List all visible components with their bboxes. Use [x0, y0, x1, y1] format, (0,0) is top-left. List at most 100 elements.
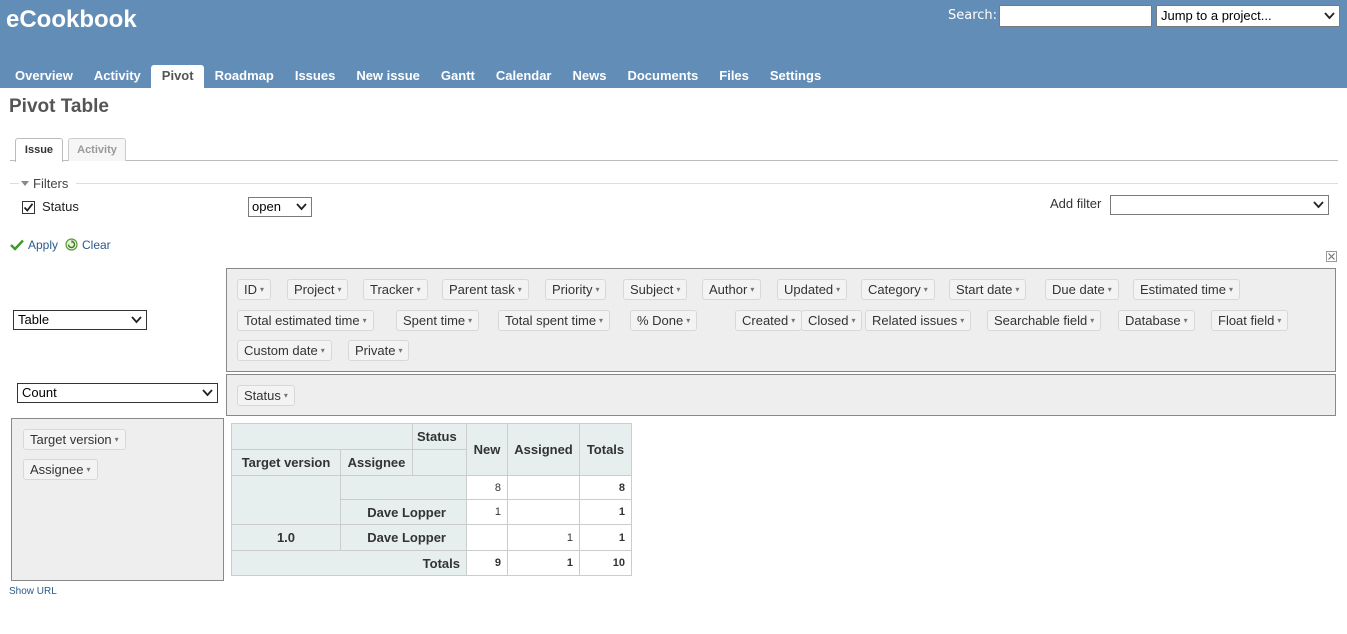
- menu-item-documents[interactable]: Documents: [616, 65, 708, 88]
- dropdown-arrow-icon[interactable]: ▾: [599, 316, 603, 325]
- dropdown-arrow-icon[interactable]: ▾: [398, 346, 402, 355]
- tab-activity[interactable]: Activity: [68, 138, 126, 161]
- tab-issue[interactable]: Issue: [15, 138, 63, 162]
- page-title: Pivot Table: [9, 96, 109, 117]
- search-input[interactable]: [999, 5, 1152, 27]
- attribute-pill[interactable]: Due date ▾: [1045, 279, 1119, 300]
- menu-item-gantt[interactable]: Gantt: [430, 65, 485, 88]
- row-label-assignee[interactable]: Dave Lopper: [340, 524, 467, 551]
- attribute-pill[interactable]: ID ▾: [237, 279, 272, 300]
- attribute-pill[interactable]: Assignee ▾: [23, 459, 98, 480]
- dropdown-arrow-icon[interactable]: ▾: [960, 316, 964, 325]
- menu-item-issues[interactable]: Issues: [284, 65, 345, 88]
- chevron-down-icon: [296, 203, 307, 211]
- dropdown-arrow-icon[interactable]: ▾: [1229, 285, 1233, 294]
- attribute-pill[interactable]: % Done ▾: [630, 310, 698, 331]
- menu-item-activity[interactable]: Activity: [83, 65, 151, 88]
- grand-total-cell: 10: [579, 550, 632, 576]
- aggregator-select[interactable]: Count: [17, 383, 218, 403]
- attribute-pill[interactable]: Start date ▾: [949, 279, 1027, 300]
- clear-button[interactable]: Clear: [65, 238, 111, 252]
- attribute-pill[interactable]: Project ▾: [287, 279, 349, 300]
- dropdown-arrow-icon[interactable]: ▾: [1184, 316, 1188, 325]
- attribute-pill[interactable]: Spent time ▾: [396, 310, 480, 331]
- dropdown-arrow-icon[interactable]: ▾: [417, 285, 421, 294]
- row-label-assignee[interactable]: Dave Lopper: [340, 499, 467, 525]
- attribute-pill[interactable]: Database ▾: [1118, 310, 1195, 331]
- dropdown-arrow-icon[interactable]: ▾: [518, 285, 522, 294]
- dropdown-arrow-icon[interactable]: ▾: [284, 391, 288, 400]
- dropdown-arrow-icon[interactable]: ▾: [1108, 285, 1112, 294]
- attribute-pill[interactable]: Updated ▾: [777, 279, 848, 300]
- dropdown-arrow-icon[interactable]: ▾: [337, 285, 341, 294]
- dropdown-arrow-icon[interactable]: ▾: [468, 316, 472, 325]
- attribute-pill[interactable]: Related issues ▾: [865, 310, 972, 331]
- attribute-pill[interactable]: Tracker ▾: [363, 279, 428, 300]
- attribute-pill[interactable]: Total spent time ▾: [498, 310, 611, 331]
- dropdown-arrow-icon[interactable]: ▾: [115, 435, 119, 444]
- filters-legend-label: Filters: [33, 176, 69, 191]
- attribute-pill[interactable]: Priority ▾: [545, 279, 607, 300]
- add-filter-select[interactable]: [1110, 195, 1329, 215]
- jump-to-project-select[interactable]: Jump to a project...: [1156, 5, 1340, 27]
- dropdown-arrow-icon[interactable]: ▾: [791, 316, 795, 325]
- row-attributes-area[interactable]: Target version ▾ Assignee ▾: [11, 418, 224, 581]
- dropdown-arrow-icon[interactable]: ▾: [321, 346, 325, 355]
- dropdown-arrow-icon[interactable]: ▾: [1277, 316, 1281, 325]
- row-total-cell: 1: [579, 499, 632, 525]
- divider: [10, 183, 19, 184]
- attribute-pill[interactable]: Estimated time ▾: [1133, 279, 1240, 300]
- status-operator-select[interactable]: open: [248, 197, 312, 217]
- dropdown-arrow-icon[interactable]: ▾: [851, 316, 855, 325]
- attribute-pill[interactable]: Created ▾: [735, 310, 803, 331]
- dropdown-arrow-icon[interactable]: ▾: [363, 316, 367, 325]
- dropdown-arrow-icon[interactable]: ▾: [1090, 316, 1094, 325]
- menu-item-overview[interactable]: Overview: [4, 65, 83, 88]
- show-url-link[interactable]: Show URL: [9, 586, 57, 597]
- attribute-pill[interactable]: Private ▾: [348, 340, 410, 361]
- attribute-pill-label: Float field: [1218, 313, 1275, 328]
- chevron-down-icon: [1324, 12, 1335, 20]
- attribute-pill-label: Estimated time: [1140, 282, 1226, 297]
- attribute-pill[interactable]: Closed ▾: [801, 310, 863, 331]
- renderer-select[interactable]: Table: [13, 310, 147, 330]
- dropdown-arrow-icon[interactable]: ▾: [750, 285, 754, 294]
- attribute-pill[interactable]: Subject ▾: [623, 279, 688, 300]
- row-label-version[interactable]: 1.0: [231, 524, 341, 551]
- attribute-pill[interactable]: Searchable field ▾: [987, 310, 1102, 331]
- attribute-pill[interactable]: Category ▾: [861, 279, 935, 300]
- menu-item-calendar[interactable]: Calendar: [485, 65, 562, 88]
- attribute-pill[interactable]: Total estimated time ▾: [237, 310, 374, 331]
- attribute-pill[interactable]: Float field ▾: [1211, 310, 1289, 331]
- dropdown-arrow-icon[interactable]: ▾: [86, 465, 90, 474]
- unused-attributes-area[interactable]: ID ▾ Project ▾ Tracker ▾ Parent task ▾ Priority ▾…: [226, 268, 1336, 372]
- menu-item-pivot[interactable]: Pivot: [150, 65, 204, 88]
- dropdown-arrow-icon[interactable]: ▾: [260, 285, 264, 294]
- attribute-pill-label: Start date: [956, 282, 1013, 297]
- attribute-pill[interactable]: Parent task ▾: [442, 279, 529, 300]
- menu-item-files[interactable]: Files: [708, 65, 759, 88]
- attribute-pill[interactable]: Author ▾: [702, 279, 762, 300]
- attribute-pill-label: Parent task: [449, 282, 515, 297]
- app-title[interactable]: eCookbook: [6, 6, 137, 34]
- menu-item-roadmap[interactable]: Roadmap: [204, 65, 284, 88]
- dropdown-arrow-icon[interactable]: ▾: [676, 285, 680, 294]
- dropdown-arrow-icon[interactable]: ▾: [836, 285, 840, 294]
- filters-toggle[interactable]: Filters: [21, 176, 68, 191]
- dropdown-arrow-icon[interactable]: ▾: [924, 285, 928, 294]
- menu-item-news[interactable]: News: [562, 65, 617, 88]
- attribute-pill[interactable]: Custom date ▾: [237, 340, 332, 361]
- menu-item-new-issue[interactable]: New issue: [345, 65, 430, 88]
- attribute-pill[interactable]: Target version ▾: [23, 429, 126, 450]
- close-icon[interactable]: [1326, 251, 1337, 262]
- dropdown-arrow-icon[interactable]: ▾: [1015, 285, 1019, 294]
- attribute-pill-label: Category: [868, 282, 921, 297]
- apply-button[interactable]: Apply: [10, 238, 58, 252]
- triangle-down-icon: [21, 181, 29, 186]
- dropdown-arrow-icon[interactable]: ▾: [686, 316, 690, 325]
- column-attributes-area[interactable]: Status ▾: [226, 374, 1336, 416]
- dropdown-arrow-icon[interactable]: ▾: [595, 285, 599, 294]
- status-filter-checkbox[interactable]: [22, 201, 35, 214]
- attribute-pill[interactable]: Status ▾: [237, 385, 295, 406]
- menu-item-settings[interactable]: Settings: [759, 65, 831, 88]
